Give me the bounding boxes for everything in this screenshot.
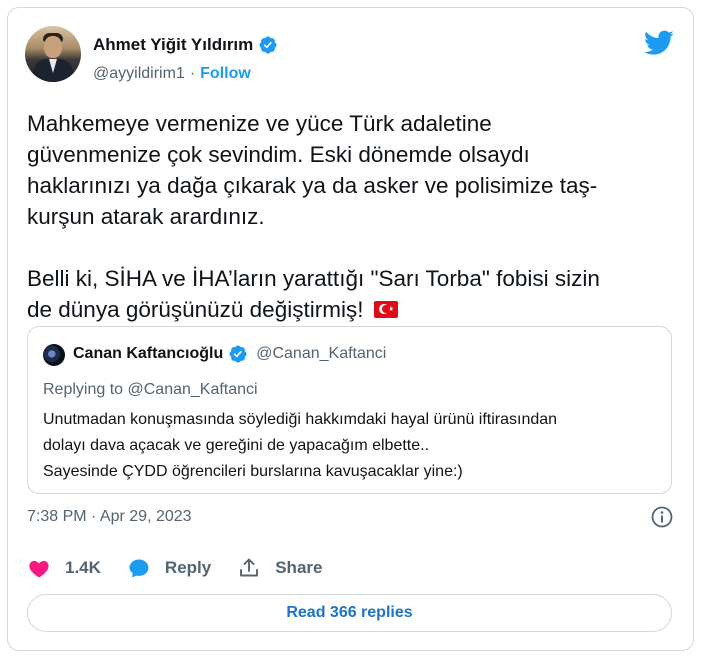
share-label: Share	[275, 558, 323, 577]
quoted-verified-badge-icon	[229, 345, 247, 363]
tweet-text: Mahkemeye vermenize ve yüce Türk adaleti…	[27, 108, 677, 325]
quoted-text: Unutmadan konuşmasında söylediği hakkımd…	[43, 411, 558, 480]
share-button[interactable]: Share	[237, 556, 322, 580]
author-handle-row: @ayyildirim1 · Follow	[93, 65, 251, 83]
reply-button[interactable]: Reply	[127, 556, 211, 580]
tweet-timestamp[interactable]: 7:38 PM · Apr 29, 2023	[27, 508, 192, 526]
quoted-replying-to: Replying to @Canan_Kaftanci	[43, 381, 258, 398]
like-count: 1.4K	[65, 558, 101, 577]
author-handle[interactable]: @ayyildirim1	[93, 65, 185, 83]
follow-button[interactable]: Follow	[200, 65, 251, 83]
tweet-body: Mahkemeye vermenize ve yüce Türk adaleti…	[27, 111, 600, 322]
heart-icon	[29, 560, 49, 578]
action-bar: 1.4K Reply Share	[27, 556, 348, 580]
verified-badge-icon	[259, 36, 277, 54]
info-icon[interactable]	[650, 505, 674, 529]
quoted-name-row: Canan Kaftancıoğlu @Canan_Kaftanci	[73, 344, 386, 364]
author-avatar[interactable]	[25, 26, 81, 82]
quoted-author-avatar[interactable]	[43, 344, 65, 366]
separator-dot: ·	[189, 65, 196, 82]
quoted-author-name[interactable]: Canan Kaftancıoğlu	[73, 345, 223, 363]
twitter-bird-icon[interactable]	[644, 30, 674, 56]
quoted-author-handle[interactable]: @Canan_Kaftanci	[256, 345, 386, 363]
reply-label: Reply	[164, 558, 212, 577]
author-name-row: Ahmet Yiğit Yıldırım	[93, 35, 278, 55]
quoted-tweet[interactable]: Canan Kaftancıoğlu @Canan_Kaftanci Reply…	[27, 326, 672, 494]
author-name[interactable]: Ahmet Yiğit Yıldırım	[93, 35, 253, 55]
tweet-card[interactable]: Ahmet Yiğit Yıldırım @ayyildirim1 · Foll…	[7, 7, 694, 651]
reply-bubble-icon	[129, 559, 149, 578]
like-button[interactable]: 1.4K	[27, 556, 101, 580]
turkey-flag-icon: ★	[373, 301, 398, 318]
share-upload-icon	[240, 558, 259, 577]
read-replies-button[interactable]: Read 366 replies	[27, 594, 672, 632]
